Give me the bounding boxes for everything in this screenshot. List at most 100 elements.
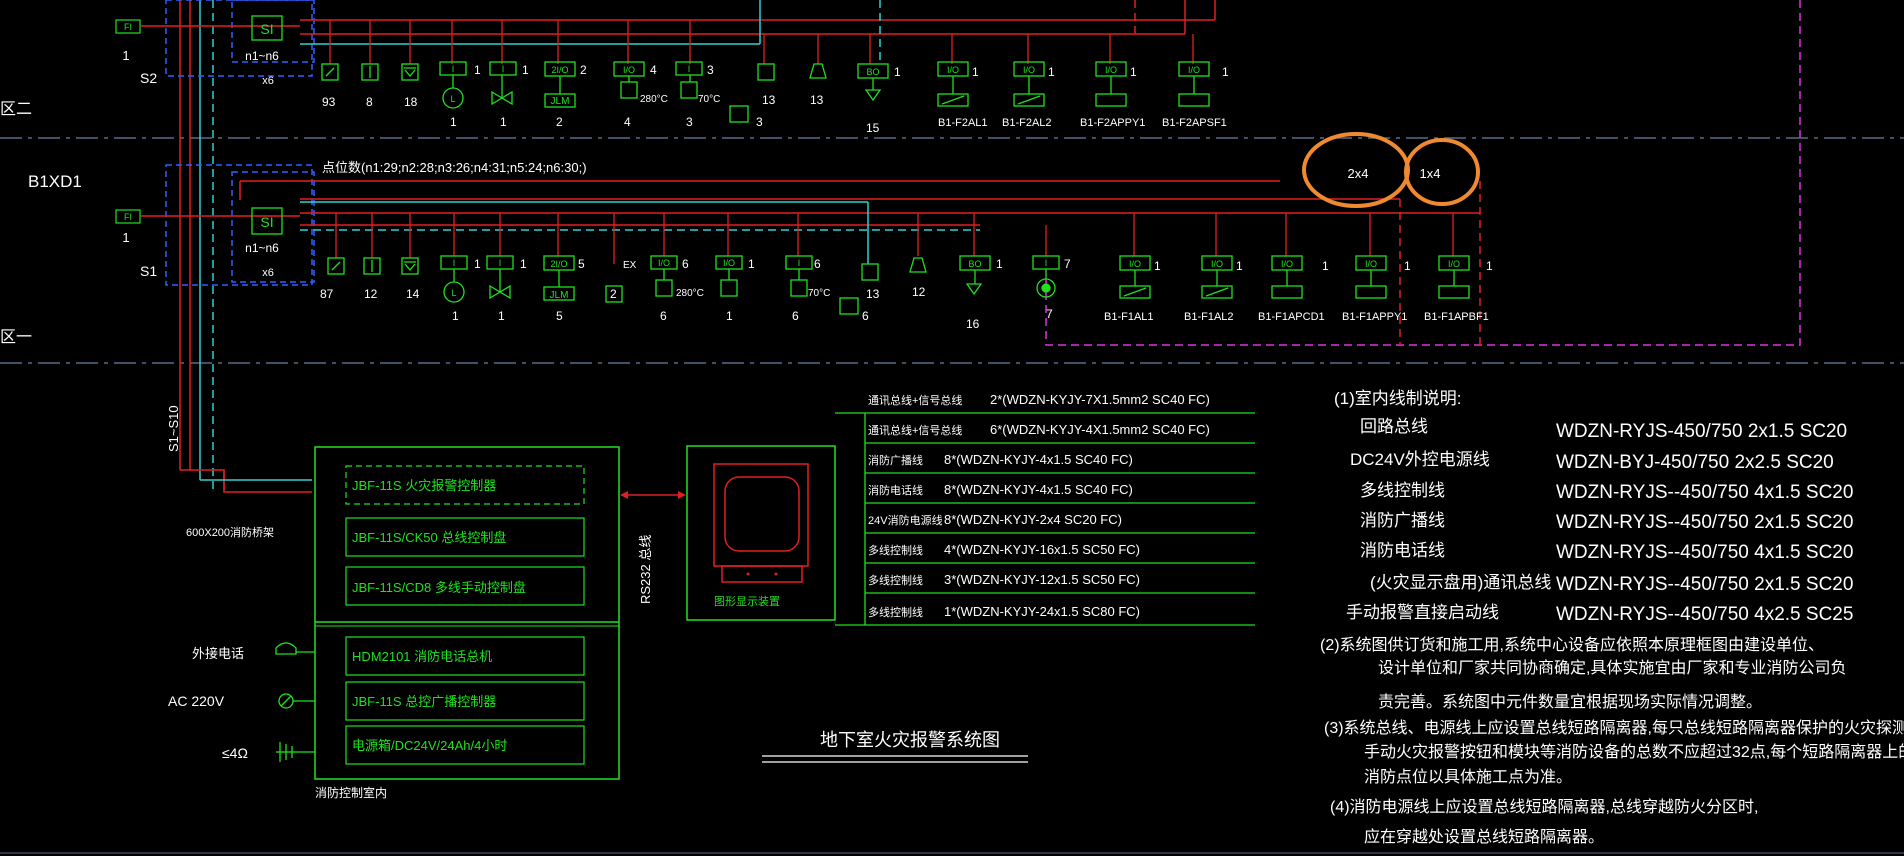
svg-text:1: 1 bbox=[894, 65, 901, 79]
svg-text:手动火灾报警按钮和模块等消防设备的总数不应超过32点,每个短: 手动火灾报警按钮和模块等消防设备的总数不应超过32点,每个短路隔离器上的 bbox=[1364, 742, 1904, 761]
svg-text:6: 6 bbox=[792, 309, 799, 323]
svg-text:14: 14 bbox=[406, 287, 420, 301]
svg-text:消防广播线: 消防广播线 bbox=[1360, 511, 1445, 530]
svg-text:FI: FI bbox=[124, 212, 132, 222]
svg-text:8: 8 bbox=[366, 95, 373, 109]
svg-text:8*(WDZN-KYJY-2x4 SC20 FC): 8*(WDZN-KYJY-2x4 SC20 FC) bbox=[944, 512, 1122, 527]
svg-text:JLM: JLM bbox=[550, 290, 569, 301]
panel-bus-control: JBF-11S/CK50 总线控制盘 bbox=[352, 530, 506, 545]
svg-text:I/O: I/O bbox=[947, 65, 959, 75]
graphic-display-device: 图形显示装置 bbox=[686, 445, 836, 621]
svg-text:1: 1 bbox=[1322, 259, 1329, 273]
svg-text:2*(WDZN-KYJY-7X1.5mm2 SC40 FC): 2*(WDZN-KYJY-7X1.5mm2 SC40 FC) bbox=[990, 392, 1210, 407]
svg-text:18: 18 bbox=[404, 95, 418, 109]
svg-text:1: 1 bbox=[1130, 65, 1137, 79]
svg-text:B1-F2APPY1: B1-F2APPY1 bbox=[1080, 117, 1145, 129]
svg-text:n1~n6: n1~n6 bbox=[245, 241, 279, 255]
s2-label: S2 bbox=[140, 70, 157, 86]
svg-text:6: 6 bbox=[814, 257, 821, 271]
svg-text:5: 5 bbox=[556, 309, 563, 323]
svg-text:L: L bbox=[451, 288, 456, 298]
b1xd1-label: B1XD1 bbox=[28, 172, 82, 191]
svg-text:WDZN-RYJS--450/750 4x1.5 SC20: WDZN-RYJS--450/750 4x1.5 SC20 bbox=[1556, 542, 1853, 563]
svg-text:3: 3 bbox=[707, 63, 714, 77]
mid-device-tags: I L I 2I/O JLM I/O I/O I BO I I/O I/O I/… bbox=[451, 258, 1460, 301]
svg-text:70°C: 70°C bbox=[698, 94, 720, 105]
svg-text:B1-F1APCD1: B1-F1APCD1 bbox=[1258, 311, 1325, 323]
top-device-labels: 93 8 18 1 1 1 1 2 2 4 280°C 4 3 70°C 3 1… bbox=[322, 63, 1229, 135]
svg-text:消防点位以具体施工点为准。: 消防点位以具体施工点为准。 bbox=[1364, 768, 1572, 786]
svg-text:I: I bbox=[1045, 258, 1048, 268]
svg-text:BO: BO bbox=[866, 67, 879, 77]
svg-text:I: I bbox=[798, 258, 801, 268]
svg-text:通讯总线+信号总线: 通讯总线+信号总线 bbox=[868, 393, 962, 407]
svg-text:12: 12 bbox=[912, 285, 926, 299]
panel-broadcast-controller: JBF-11S 总控广播控制器 bbox=[352, 694, 496, 709]
trench-label: 600X200消防桥架 bbox=[186, 525, 274, 539]
svg-text:I/O: I/O bbox=[623, 65, 635, 75]
svg-text:I/O: I/O bbox=[1105, 65, 1117, 75]
f1-mid: FI 1 bbox=[115, 209, 141, 245]
svg-text:I/O: I/O bbox=[1023, 65, 1035, 75]
svg-text:1: 1 bbox=[500, 115, 507, 129]
svg-text:4*(WDZN-KYJY-16x1.5 SC50 FC): 4*(WDZN-KYJY-16x1.5 SC50 FC) bbox=[944, 542, 1140, 557]
svg-text:消防电话线: 消防电话线 bbox=[868, 483, 923, 497]
notes: (1)室内线制说明: 回路总线 WDZN-RYJS-450/750 2x1.5 … bbox=[1320, 389, 1904, 846]
svg-text:x6: x6 bbox=[262, 75, 274, 87]
svg-text:FI: FI bbox=[124, 22, 132, 32]
svg-text:1*(WDZN-KYJY-24x1.5 SC80 FC): 1*(WDZN-KYJY-24x1.5 SC80 FC) bbox=[944, 604, 1140, 619]
rs232-link: RS232 总线 bbox=[620, 491, 686, 604]
svg-text:2: 2 bbox=[610, 287, 617, 301]
svg-text:B1-F1AL1: B1-F1AL1 bbox=[1104, 311, 1154, 323]
svg-text:2: 2 bbox=[556, 115, 563, 129]
svg-text:280°C: 280°C bbox=[640, 94, 668, 105]
svg-text:通讯总线+信号总线: 通讯总线+信号总线 bbox=[868, 423, 962, 437]
svg-text:13: 13 bbox=[810, 93, 824, 107]
svg-text:WDZN-RYJS--450/750 2x1.5 SC20: WDZN-RYJS--450/750 2x1.5 SC20 bbox=[1556, 574, 1853, 595]
svg-text:87: 87 bbox=[320, 287, 334, 301]
svg-text:1x4: 1x4 bbox=[1420, 166, 1441, 181]
svg-text:1: 1 bbox=[522, 63, 529, 77]
svg-text:≤4Ω: ≤4Ω bbox=[222, 745, 248, 761]
top-device-tags: I L I 2I/O JLM I/O I BO I/O I/O I/O I/O bbox=[450, 64, 1200, 107]
svg-text:2x4: 2x4 bbox=[1348, 166, 1369, 181]
svg-text:BO: BO bbox=[968, 259, 981, 269]
svg-text:3: 3 bbox=[756, 115, 763, 129]
svg-text:WDZN-RYJS-450/750 2x1.5 SC20: WDZN-RYJS-450/750 2x1.5 SC20 bbox=[1556, 421, 1847, 442]
svg-text:应在穿越处设置总线短路隔离器。: 应在穿越处设置总线短路隔离器。 bbox=[1364, 827, 1604, 846]
svg-text:1: 1 bbox=[122, 48, 129, 63]
svg-text:AC 220V: AC 220V bbox=[168, 693, 225, 709]
svg-text:3*(WDZN-KYJY-12x1.5 SC50 FC): 3*(WDZN-KYJY-12x1.5 SC50 FC) bbox=[944, 572, 1140, 587]
svg-text:93: 93 bbox=[322, 95, 336, 109]
svg-text:责完善。系统图中元件数量宜根据现场实际情况调整。: 责完善。系统图中元件数量宜根据现场实际情况调整。 bbox=[1378, 693, 1762, 711]
svg-text:WDZN-RYJS--450/750 2x1.5 SC20: WDZN-RYJS--450/750 2x1.5 SC20 bbox=[1556, 512, 1853, 533]
svg-text:12: 12 bbox=[364, 287, 378, 301]
svg-text:n1~n6: n1~n6 bbox=[245, 49, 279, 63]
svg-text:2I/O: 2I/O bbox=[550, 259, 567, 269]
top-buses bbox=[300, 0, 1216, 64]
svg-text:13: 13 bbox=[866, 287, 880, 301]
svg-text:1: 1 bbox=[520, 257, 527, 271]
svg-text:WDZN-RYJS--450/750 4x1.5 SC20: WDZN-RYJS--450/750 4x1.5 SC20 bbox=[1556, 482, 1853, 503]
svg-text:EX: EX bbox=[623, 260, 637, 271]
control-room bbox=[314, 446, 620, 780]
svg-text:1: 1 bbox=[1154, 259, 1161, 273]
svg-text:多线控制线: 多线控制线 bbox=[1360, 481, 1445, 500]
svg-text:B1-F1AL2: B1-F1AL2 bbox=[1184, 311, 1234, 323]
svg-text:I/O: I/O bbox=[1281, 259, 1293, 269]
svg-text:(4)消防电源线上应设置总线短路隔离器,总线穿越防火分区时,: (4)消防电源线上应设置总线短路隔离器,总线穿越防火分区时, bbox=[1330, 797, 1758, 816]
svg-text:1: 1 bbox=[1404, 259, 1411, 273]
svg-text:B1-F1APPY1: B1-F1APPY1 bbox=[1342, 311, 1407, 323]
svg-text:1: 1 bbox=[498, 309, 505, 323]
svg-text:1: 1 bbox=[1236, 259, 1243, 273]
svg-text:1: 1 bbox=[450, 115, 457, 129]
svg-text:7: 7 bbox=[1064, 257, 1071, 271]
svg-text:1: 1 bbox=[972, 65, 979, 79]
svg-text:设计单位和厂家共同协商确定,具体实施宜由厂家和专业消防公司负: 设计单位和厂家共同协商确定,具体实施宜由厂家和专业消防公司负 bbox=[1378, 659, 1846, 677]
svg-text:6: 6 bbox=[862, 309, 869, 323]
svg-text:70°C: 70°C bbox=[808, 288, 830, 299]
svg-text:I: I bbox=[688, 64, 691, 74]
svg-text:2: 2 bbox=[580, 63, 587, 77]
svg-text:RS232 总线: RS232 总线 bbox=[638, 535, 653, 604]
address-note: 点位数(n1:29;n2:28;n3:26;n4:31;n5:24;n6:30;… bbox=[322, 160, 587, 175]
